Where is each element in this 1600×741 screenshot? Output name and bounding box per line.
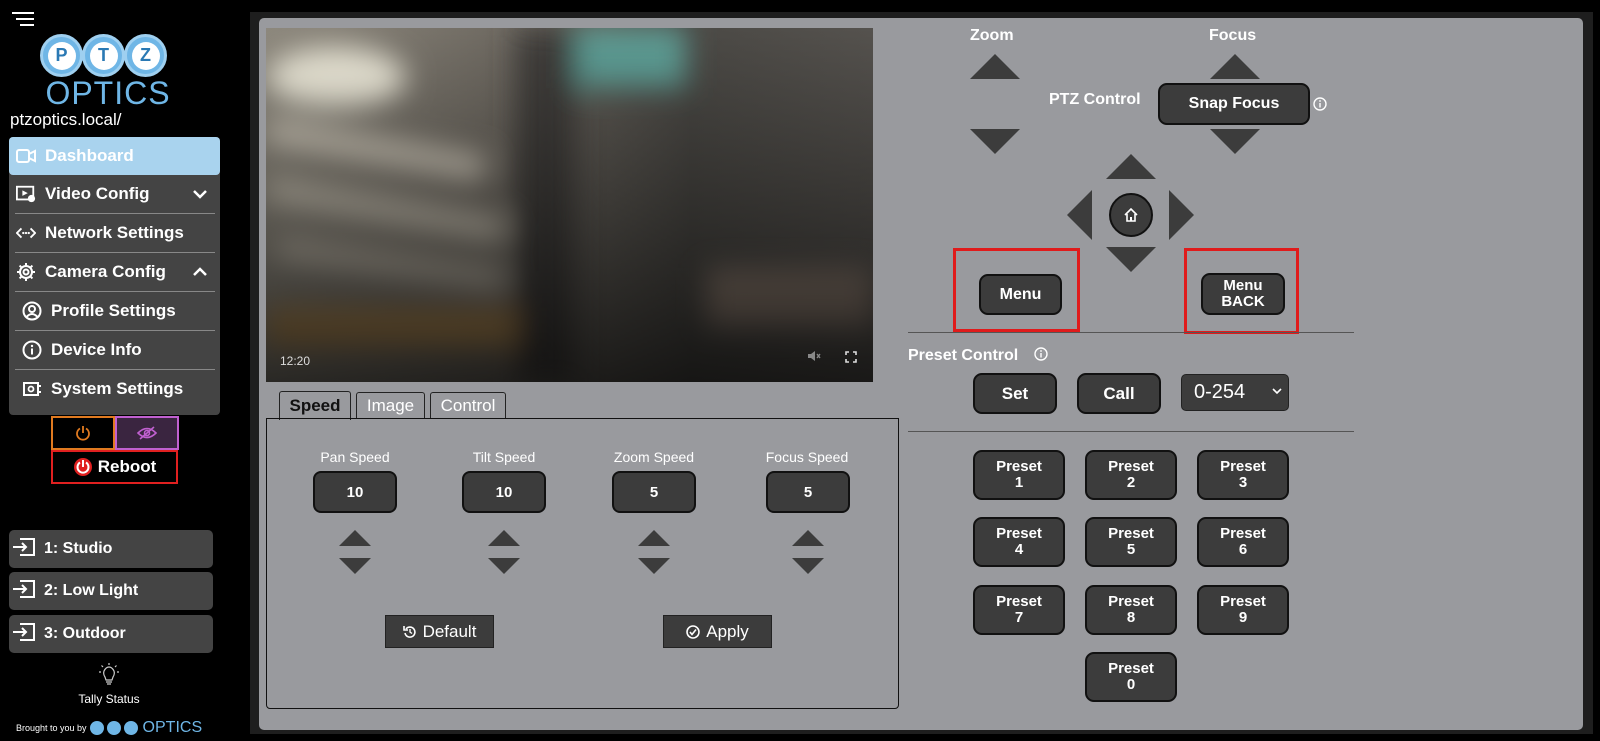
nav-item-system-settings[interactable]: System Settings <box>9 370 220 408</box>
scene-button-3[interactable]: 3: Outdoor <box>9 615 213 653</box>
fullscreen-icon[interactable] <box>845 350 857 368</box>
focus-label: Focus <box>1209 27 1257 44</box>
chevron-up-icon[interactable] <box>192 263 208 283</box>
reset-icon <box>402 625 416 638</box>
user-circle-icon <box>22 301 42 321</box>
chevron-down-icon <box>1272 388 1282 395</box>
tilt-speed-stepper[interactable] <box>488 530 520 574</box>
footer-brand: Brought to you by OPTICS <box>16 719 203 736</box>
power-button[interactable] <box>51 416 115 450</box>
default-button[interactable]: Default <box>385 615 494 648</box>
nav-item-dashboard[interactable]: Dashboard <box>9 137 220 175</box>
zoom-speed-value[interactable]: 5 <box>612 471 696 513</box>
tally-status: Tally Status <box>0 662 218 706</box>
input-icon <box>12 537 36 562</box>
chevron-down-icon[interactable] <box>192 185 208 205</box>
video-config-icon <box>16 184 36 204</box>
tilt-speed-label: Tilt Speed <box>472 449 536 465</box>
divider <box>908 431 1354 432</box>
preset-button-9[interactable]: Preset 9 <box>1197 585 1289 635</box>
reboot-button[interactable]: Reboot <box>51 450 178 484</box>
tab-image[interactable]: Image <box>356 392 425 419</box>
home-icon <box>1124 208 1138 222</box>
eye-slash-icon <box>137 426 157 440</box>
system-icon <box>22 379 42 399</box>
sidebar: P T Z OPTICS ptzoptics.local/ Dashboard … <box>0 0 232 741</box>
preset-control-title: Preset Control <box>908 347 1019 364</box>
focus-far-button[interactable] <box>1210 129 1260 154</box>
mute-icon[interactable] <box>807 349 821 368</box>
nav-item-device-info[interactable]: Device Info <box>9 331 220 369</box>
zoom-speed-stepper[interactable] <box>638 530 670 574</box>
divider <box>908 332 1354 333</box>
ptz-control-label: PTZ Control <box>1049 91 1141 108</box>
gear-icon <box>16 262 36 282</box>
zoom-speed-label: Zoom Speed <box>613 449 695 465</box>
zoom-out-button[interactable] <box>970 129 1020 154</box>
tab-speed[interactable]: Speed <box>279 391 351 420</box>
video-timestamp: 12:20 <box>280 354 311 368</box>
snap-focus-button[interactable]: Snap Focus <box>1158 83 1310 125</box>
info-icon[interactable] <box>1034 347 1048 361</box>
network-icon <box>16 223 36 243</box>
scene-button-1[interactable]: 1: Studio <box>9 530 213 568</box>
preset-button-3[interactable]: Preset 3 <box>1197 450 1289 500</box>
apply-button[interactable]: Apply <box>663 615 772 648</box>
hamburger-menu-icon[interactable] <box>12 12 34 28</box>
preset-range-select[interactable]: 0-254 <box>1181 374 1289 411</box>
lightbulb-icon <box>99 663 119 685</box>
zoom-in-button[interactable] <box>970 54 1020 79</box>
preset-button-7[interactable]: Preset 7 <box>973 585 1065 635</box>
input-icon <box>12 579 36 604</box>
check-circle-icon <box>686 624 701 639</box>
video-camera-icon <box>16 146 36 166</box>
tilt-up-button[interactable] <box>1106 154 1156 179</box>
hostname: ptzoptics.local/ <box>10 110 122 129</box>
zoom-label: Zoom <box>970 27 1014 44</box>
focus-speed-value[interactable]: 5 <box>766 471 850 513</box>
preset-button-2[interactable]: Preset 2 <box>1085 450 1177 500</box>
nav-menu: Dashboard Video Config Network Settings <box>9 137 220 415</box>
tilt-down-button[interactable] <box>1106 247 1156 272</box>
reboot-icon <box>73 458 92 476</box>
preset-button-8[interactable]: Preset 8 <box>1085 585 1177 635</box>
scene-button-2[interactable]: 2: Low Light <box>9 572 213 610</box>
privacy-button[interactable] <box>115 416 179 450</box>
focus-near-button[interactable] <box>1210 54 1260 79</box>
tilt-speed-value[interactable]: 10 <box>462 471 546 513</box>
focus-speed-stepper[interactable] <box>792 530 824 574</box>
ptzoptics-logo: P T Z OPTICS <box>40 34 176 110</box>
power-controls <box>51 416 179 450</box>
preset-set-button[interactable]: Set <box>973 373 1057 414</box>
nav-item-network-settings[interactable]: Network Settings <box>9 214 220 252</box>
preset-button-5[interactable]: Preset 5 <box>1085 517 1177 567</box>
info-icon[interactable] <box>1313 97 1327 111</box>
menu-button[interactable]: Menu <box>979 274 1062 315</box>
preset-button-4[interactable]: Preset 4 <box>973 517 1065 567</box>
input-icon <box>12 622 36 647</box>
pan-speed-stepper[interactable] <box>339 530 371 574</box>
home-button[interactable] <box>1109 193 1153 237</box>
preset-button-1[interactable]: Preset 1 <box>973 450 1065 500</box>
pan-speed-label: Pan Speed <box>320 449 390 465</box>
tab-control[interactable]: Control <box>430 392 506 419</box>
menu-back-button[interactable]: Menu BACK <box>1201 273 1285 315</box>
nav-item-profile-settings[interactable]: Profile Settings <box>9 292 220 330</box>
video-preview[interactable]: 12:20 <box>266 28 873 382</box>
pan-left-button[interactable] <box>1067 190 1092 240</box>
info-icon <box>22 340 42 360</box>
preset-button-6[interactable]: Preset 6 <box>1197 517 1289 567</box>
focus-speed-label: Focus Speed <box>765 449 849 465</box>
preset-button-0[interactable]: Preset 0 <box>1085 652 1177 702</box>
pan-right-button[interactable] <box>1169 190 1194 240</box>
pan-speed-value[interactable]: 10 <box>313 471 397 513</box>
power-icon <box>76 426 90 441</box>
nav-item-camera-config[interactable]: Camera Config <box>9 253 220 291</box>
nav-item-video-config[interactable]: Video Config <box>9 175 220 213</box>
preset-call-button[interactable]: Call <box>1077 373 1161 414</box>
